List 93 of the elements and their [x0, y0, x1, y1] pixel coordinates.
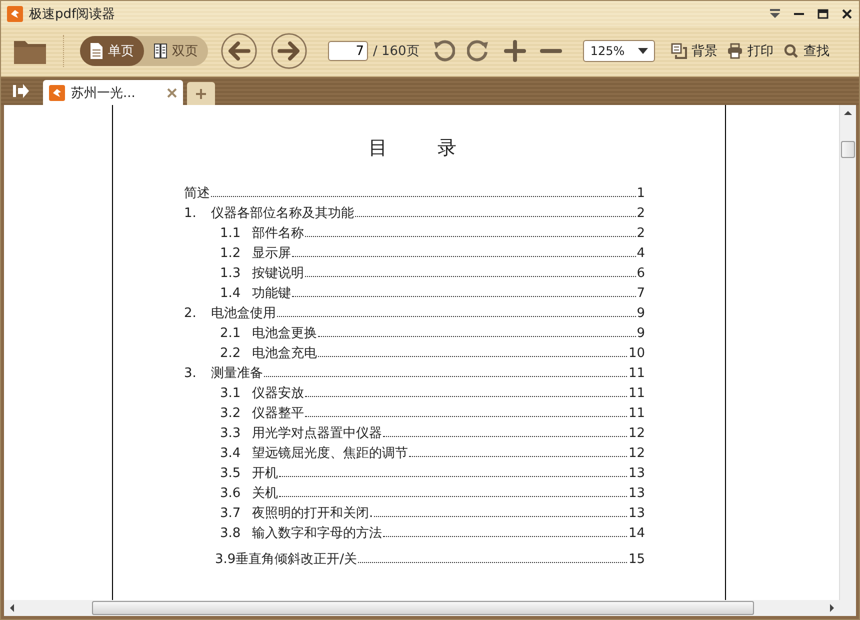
page-number: 9: [636, 326, 645, 341]
toc-entry-title[interactable]: 开机: [252, 464, 278, 482]
page-number: 11: [628, 406, 645, 421]
toc-entry-title[interactable]: 关机: [252, 484, 278, 502]
print-icon: [727, 43, 744, 59]
toc-entry-title[interactable]: 功能键: [252, 284, 291, 302]
section-number: 1.3: [220, 266, 242, 281]
page-number-field[interactable]: 7: [328, 41, 368, 61]
toc-entry-title[interactable]: 输入数字和字母的方法: [252, 524, 382, 542]
double-page-button[interactable]: 双页: [144, 36, 208, 66]
scroll-left-icon[interactable]: [8, 604, 16, 612]
copy-icon: [671, 43, 688, 59]
search-icon: [783, 43, 800, 59]
tab-label: 苏州一光...: [71, 84, 136, 102]
section-number: 3.7: [220, 506, 242, 521]
maximize-icon[interactable]: [817, 8, 829, 18]
page-number: 2: [636, 206, 645, 221]
new-tab-button[interactable]: [187, 82, 215, 105]
page-number: 7: [636, 286, 645, 301]
toc-entry-title[interactable]: 电池盒更换: [252, 324, 317, 342]
section-number: 3.: [184, 366, 198, 381]
page-number: 12: [628, 426, 645, 441]
single-page-button[interactable]: 单页: [80, 36, 144, 66]
find-button[interactable]: 查找: [783, 42, 830, 60]
page-number: 1: [636, 186, 645, 201]
page-number: 14: [628, 526, 645, 541]
section-number: 2.1: [220, 326, 242, 341]
plus-icon: [195, 88, 207, 100]
section-number: 1.4: [220, 286, 242, 301]
scroll-thumb[interactable]: [841, 141, 855, 158]
page-number: 11: [628, 366, 645, 381]
caret-icon: [638, 48, 648, 54]
toc-entry-title[interactable]: 显示屏: [252, 244, 291, 262]
toc-entry-title[interactable]: 电池盒充电: [252, 344, 317, 362]
rotate-left-icon[interactable]: [431, 39, 456, 63]
zoom-in-icon[interactable]: [503, 39, 528, 63]
vertical-scrollbar[interactable]: [839, 105, 856, 600]
section-number: 3.3: [220, 426, 242, 441]
section-number: 3.6: [220, 486, 242, 501]
horizontal-scrollbar[interactable]: [4, 600, 856, 616]
section-number: 3.2: [220, 406, 242, 421]
toc-entry-title[interactable]: 仪器安放: [252, 384, 304, 402]
print-button[interactable]: 打印: [727, 42, 774, 60]
section-number: 2.: [184, 306, 198, 321]
section-number: 1.2: [220, 246, 242, 261]
toc-entry-title[interactable]: 简述: [184, 184, 210, 202]
section-number: 3.5: [220, 466, 242, 481]
toc-entry-title[interactable]: 3.9垂直角倾斜改正开/关: [215, 550, 358, 568]
scroll-right-icon[interactable]: [828, 604, 836, 612]
page-number: 4: [636, 246, 645, 261]
toc-entry-title[interactable]: 夜照明的打开和关闭.: [252, 504, 374, 522]
section-number: 3.1: [220, 386, 242, 401]
section-number: 3.4: [220, 446, 242, 461]
page-total: / 160页: [373, 43, 420, 60]
background-button[interactable]: 背景: [671, 42, 718, 60]
close-tab-icon[interactable]: [167, 88, 177, 98]
section-number: 1.: [184, 206, 198, 221]
section-number: 1.1: [220, 226, 242, 241]
window-title: 极速pdf阅读器: [29, 6, 116, 22]
toc-entry-title[interactable]: 用光学对点器置中仪器: [252, 424, 382, 442]
two-page-icon: [154, 43, 167, 59]
page-number: 12: [628, 446, 645, 461]
page-number: 9: [636, 306, 645, 321]
toc-entry-title[interactable]: 电池盒使用: [211, 304, 276, 322]
page-number: 13: [628, 466, 645, 481]
next-page-icon[interactable]: [270, 32, 308, 70]
toc-entry-title[interactable]: 部件名称: [252, 224, 304, 242]
app-logo-icon: [7, 6, 23, 22]
toc-entry-title[interactable]: 仪器各部位名称及其功能: [211, 204, 354, 222]
page-number: 6: [636, 266, 645, 281]
pdf-file-icon: [49, 84, 65, 100]
toc-entry-title[interactable]: 望远镜屈光度、焦距的调节: [252, 444, 408, 462]
menu-dropdown-icon[interactable]: [769, 8, 781, 18]
section-number: 3.8: [220, 526, 242, 541]
close-icon[interactable]: [841, 8, 853, 18]
sidebar-toggle-icon[interactable]: [13, 84, 29, 98]
page-number: 11: [628, 386, 645, 401]
toc-entry-title[interactable]: 按键说明: [252, 264, 304, 282]
page-number: 13: [628, 486, 645, 501]
page-number: 2: [636, 226, 645, 241]
zoom-dropdown[interactable]: 125%: [583, 40, 656, 62]
page-icon: [90, 43, 103, 59]
page-number: 13: [628, 506, 645, 521]
document-heading: 目 录: [368, 136, 462, 161]
document-tab[interactable]: 苏州一光...: [43, 80, 183, 105]
toc-entry-title[interactable]: 仪器整平: [252, 404, 304, 422]
toc-entry-title[interactable]: 测量准备: [211, 364, 263, 382]
page-number: 15: [628, 552, 645, 567]
previous-page-icon[interactable]: [220, 32, 258, 70]
page-number: 10: [628, 346, 645, 361]
scroll-up-icon[interactable]: [844, 109, 852, 117]
scroll-thumb[interactable]: [92, 601, 754, 615]
section-number: 2.2: [220, 346, 242, 361]
